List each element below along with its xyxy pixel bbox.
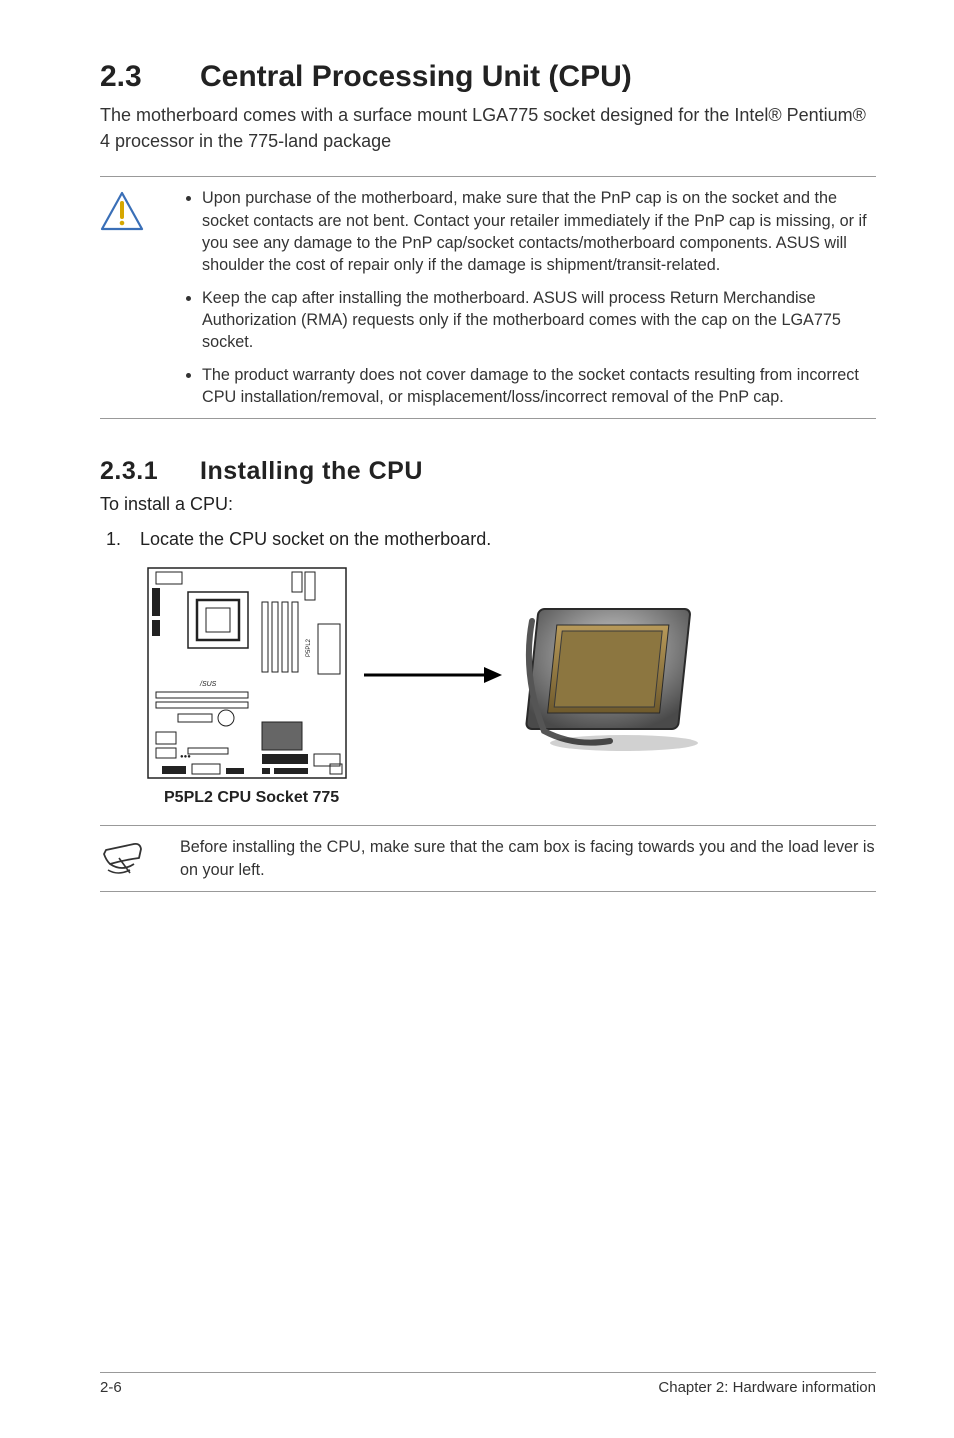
svg-text:●●●: ●●●	[180, 754, 191, 760]
warning-item: Upon purchase of the motherboard, make s…	[202, 187, 876, 276]
tip-block: Before installing the CPU, make sure tha…	[100, 826, 876, 891]
subsection-heading: 2.3.1Installing the CPU	[100, 457, 876, 486]
subsection-title-text: Installing the CPU	[200, 457, 423, 485]
section-intro: The motherboard comes with a surface mou…	[100, 102, 876, 154]
cpu-socket-photo	[514, 595, 724, 755]
step-item: Locate the CPU socket on the motherboard…	[126, 529, 876, 550]
svg-text:P5PL2: P5PL2	[306, 639, 312, 658]
warning-item: Keep the cap after installing the mother…	[202, 287, 876, 354]
steps-list: Locate the CPU socket on the motherboard…	[100, 529, 876, 550]
section-number: 2.3	[100, 60, 200, 94]
warning-list: Upon purchase of the motherboard, make s…	[180, 187, 876, 408]
section-heading: 2.3Central Processing Unit (CPU)	[100, 60, 876, 94]
section-title-text: Central Processing Unit (CPU)	[200, 60, 632, 93]
svg-text:/SUS: /SUS	[199, 681, 217, 688]
arrow-icon	[358, 655, 508, 695]
tip-text: Before installing the CPU, make sure tha…	[180, 838, 875, 878]
figure-caption: P5PL2 CPU Socket 775	[164, 789, 876, 807]
chapter-label: Chapter 2: Hardware information	[658, 1379, 876, 1396]
divider	[100, 891, 876, 892]
divider	[100, 418, 876, 419]
motherboard-diagram: P5PL2 /SUS ●●●	[142, 562, 352, 787]
page-number: 2-6	[100, 1379, 122, 1396]
subsection-number: 2.3.1	[100, 457, 200, 486]
warning-item: The product warranty does not cover dama…	[202, 364, 876, 409]
warning-icon	[100, 187, 180, 231]
note-icon	[100, 836, 180, 880]
figure-row: P5PL2 /SUS ●●●	[142, 562, 876, 787]
subsection-lead: To install a CPU:	[100, 494, 876, 515]
warning-block: Upon purchase of the motherboard, make s…	[100, 177, 876, 418]
page-footer: 2-6 Chapter 2: Hardware information	[100, 1372, 876, 1396]
